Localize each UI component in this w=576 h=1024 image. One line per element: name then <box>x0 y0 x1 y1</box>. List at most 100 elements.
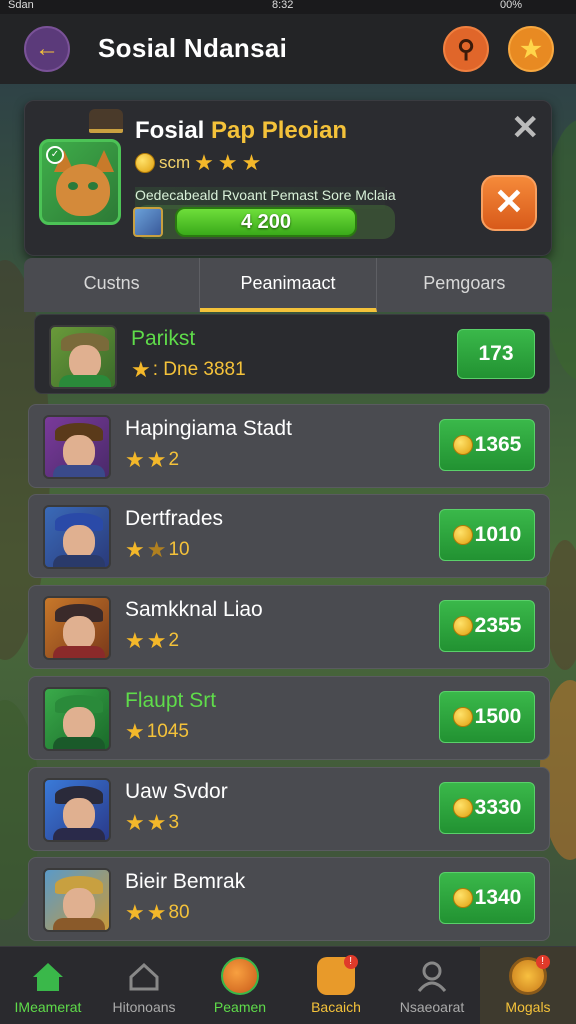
star-icon: ★ <box>194 150 214 175</box>
avatar-body <box>53 646 105 658</box>
row-value: 2355 <box>474 614 522 637</box>
star-icon: ★ <box>520 35 542 63</box>
star-icon: ★ <box>241 150 262 175</box>
row-action-button[interactable]: 1010 <box>439 509 535 561</box>
nav-item-home[interactable]: IMeamerat <box>0 947 96 1024</box>
row-meta: ★ : Dne 3881 <box>131 359 246 381</box>
tab-pemgoars[interactable]: Pemgoars <box>377 258 552 312</box>
profile-name: Fosial Pap Pleoian <box>135 117 347 145</box>
row-action-button[interactable]: 173 <box>457 329 535 379</box>
row-action-button[interactable]: 1365 <box>439 419 535 471</box>
home-icon <box>29 957 67 995</box>
search-button[interactable]: ⚲ <box>443 26 489 72</box>
list-item[interactable]: Samkknal Liao ★ ★ 2 2355 <box>28 585 550 669</box>
row-meta-text: 2 <box>168 449 180 470</box>
nav-item-hitonoans[interactable]: Hitonoans <box>96 947 192 1024</box>
close-icon[interactable]: ✕ <box>511 111 540 145</box>
avatar-head <box>63 616 95 650</box>
nav-label: Peamen <box>213 999 267 1015</box>
row-meta: ★ ★ 2 <box>125 630 179 652</box>
list-item[interactable]: Parikst ★ : Dne 3881 173 <box>34 314 550 394</box>
status-time: 8:32 <box>272 0 294 11</box>
list-item[interactable]: Uaw Svdor ★ ★ 3 3330 <box>28 767 550 851</box>
row-meta-text: 10 <box>168 539 190 560</box>
list-item[interactable]: Flaupt Srt ★ 1045 1500 <box>28 676 550 760</box>
avatar <box>49 325 117 389</box>
row-meta: ★ ★ 2 <box>125 449 179 471</box>
star-icon: ★ <box>217 150 238 175</box>
person-icon <box>413 957 451 995</box>
star-icon: ★ <box>146 628 167 653</box>
notification-badge: ! <box>343 955 358 969</box>
row-name: Uaw Svdor <box>125 780 228 803</box>
row-name: Flaupt Srt <box>125 689 217 712</box>
row-name: Samkknal Liao <box>125 598 263 621</box>
status-carrier: Sdan <box>8 0 34 11</box>
avatar-body <box>53 918 105 930</box>
app-header: ← Sosial Ndansai ⚲ ★ <box>0 14 576 84</box>
search-icon: ⚲ <box>457 35 475 63</box>
star-icon: ★ <box>125 719 145 744</box>
nav-label: Hitonoans <box>112 999 176 1015</box>
row-name: Hapingiama Stadt <box>125 417 292 440</box>
row-meta-text: 3 <box>168 812 180 833</box>
fox-face <box>56 164 110 216</box>
row-meta: ★ ★ 80 <box>125 902 190 924</box>
avatar-body <box>53 465 105 477</box>
cancel-button[interactable]: ✕ <box>481 175 537 231</box>
avatar-head <box>63 888 95 922</box>
row-name: Parikst <box>131 327 196 350</box>
profile-name-first: Fosial <box>135 117 205 144</box>
arrow-left-icon: ← <box>35 35 59 62</box>
nav-item-nsaeoarat[interactable]: Nsaeoarat <box>384 947 480 1024</box>
row-value: 173 <box>478 342 514 365</box>
row-meta: ★ ★ 3 <box>125 812 179 834</box>
avatar-body <box>53 828 105 840</box>
row-value: 3330 <box>474 796 522 819</box>
avatar-body <box>59 375 111 387</box>
row-action-button[interactable]: 2355 <box>439 600 535 652</box>
nav-label: Nsaeoarat <box>399 999 465 1015</box>
row-meta: ★ 1045 <box>125 721 189 743</box>
nav-item-mogals[interactable]: ! Mogals <box>480 947 576 1024</box>
star-icon: ★ <box>146 447 167 472</box>
page-title: Sosial Ndansai <box>98 33 288 63</box>
fox-eye-left <box>68 182 78 190</box>
avatar <box>43 415 111 479</box>
tab-bar: Custns Peanimaact Pemgoars <box>24 258 552 312</box>
list-item[interactable]: Dertfrades ★ ★ 10 1010 <box>28 494 550 578</box>
tab-peanimaact[interactable]: Peanimaact <box>200 258 377 312</box>
star-icon: ★ <box>146 900 167 925</box>
row-meta-text: : Dne 3881 <box>152 359 246 380</box>
avatar <box>43 778 111 842</box>
avatar-head <box>69 345 101 379</box>
nav-item-bacaich[interactable]: ! Bacaich <box>288 947 384 1024</box>
avatar-head <box>63 435 95 469</box>
star-icon: ★ <box>146 537 167 562</box>
close-icon: ✕ <box>493 181 525 222</box>
avatar <box>43 596 111 660</box>
nav-label: Mogals <box>505 999 551 1015</box>
profile-coins: scm <box>159 153 191 172</box>
list-item[interactable]: Hapingiama Stadt ★ ★ 2 1365 <box>28 404 550 488</box>
row-action-button[interactable]: 1500 <box>439 691 535 743</box>
tab-custns[interactable]: Custns <box>24 258 201 312</box>
nav-item-peamen[interactable]: Peamen <box>192 947 288 1024</box>
favorites-button[interactable]: ★ <box>508 26 554 72</box>
back-button[interactable]: ← <box>24 26 70 72</box>
status-bar: Sdan 8:32 00% <box>0 0 576 14</box>
row-value: 1340 <box>474 886 522 909</box>
star-icon: ★ <box>125 447 145 472</box>
star-icon: ★ <box>125 537 145 562</box>
coin-icon <box>452 525 473 545</box>
coin-icon <box>135 153 155 173</box>
row-action-button[interactable]: 1340 <box>439 872 535 924</box>
list-item[interactable]: Bieir Bemrak ★ ★ 80 1340 <box>28 857 550 941</box>
ball-icon <box>221 957 259 995</box>
profile-avatar: ✓ <box>39 139 121 225</box>
row-value: 1010 <box>474 523 522 546</box>
row-action-button[interactable]: 3330 <box>439 782 535 834</box>
avatar <box>43 868 111 932</box>
fox-eye-right <box>88 182 98 190</box>
profile-meta: scm ★ ★ ★ <box>135 150 262 175</box>
